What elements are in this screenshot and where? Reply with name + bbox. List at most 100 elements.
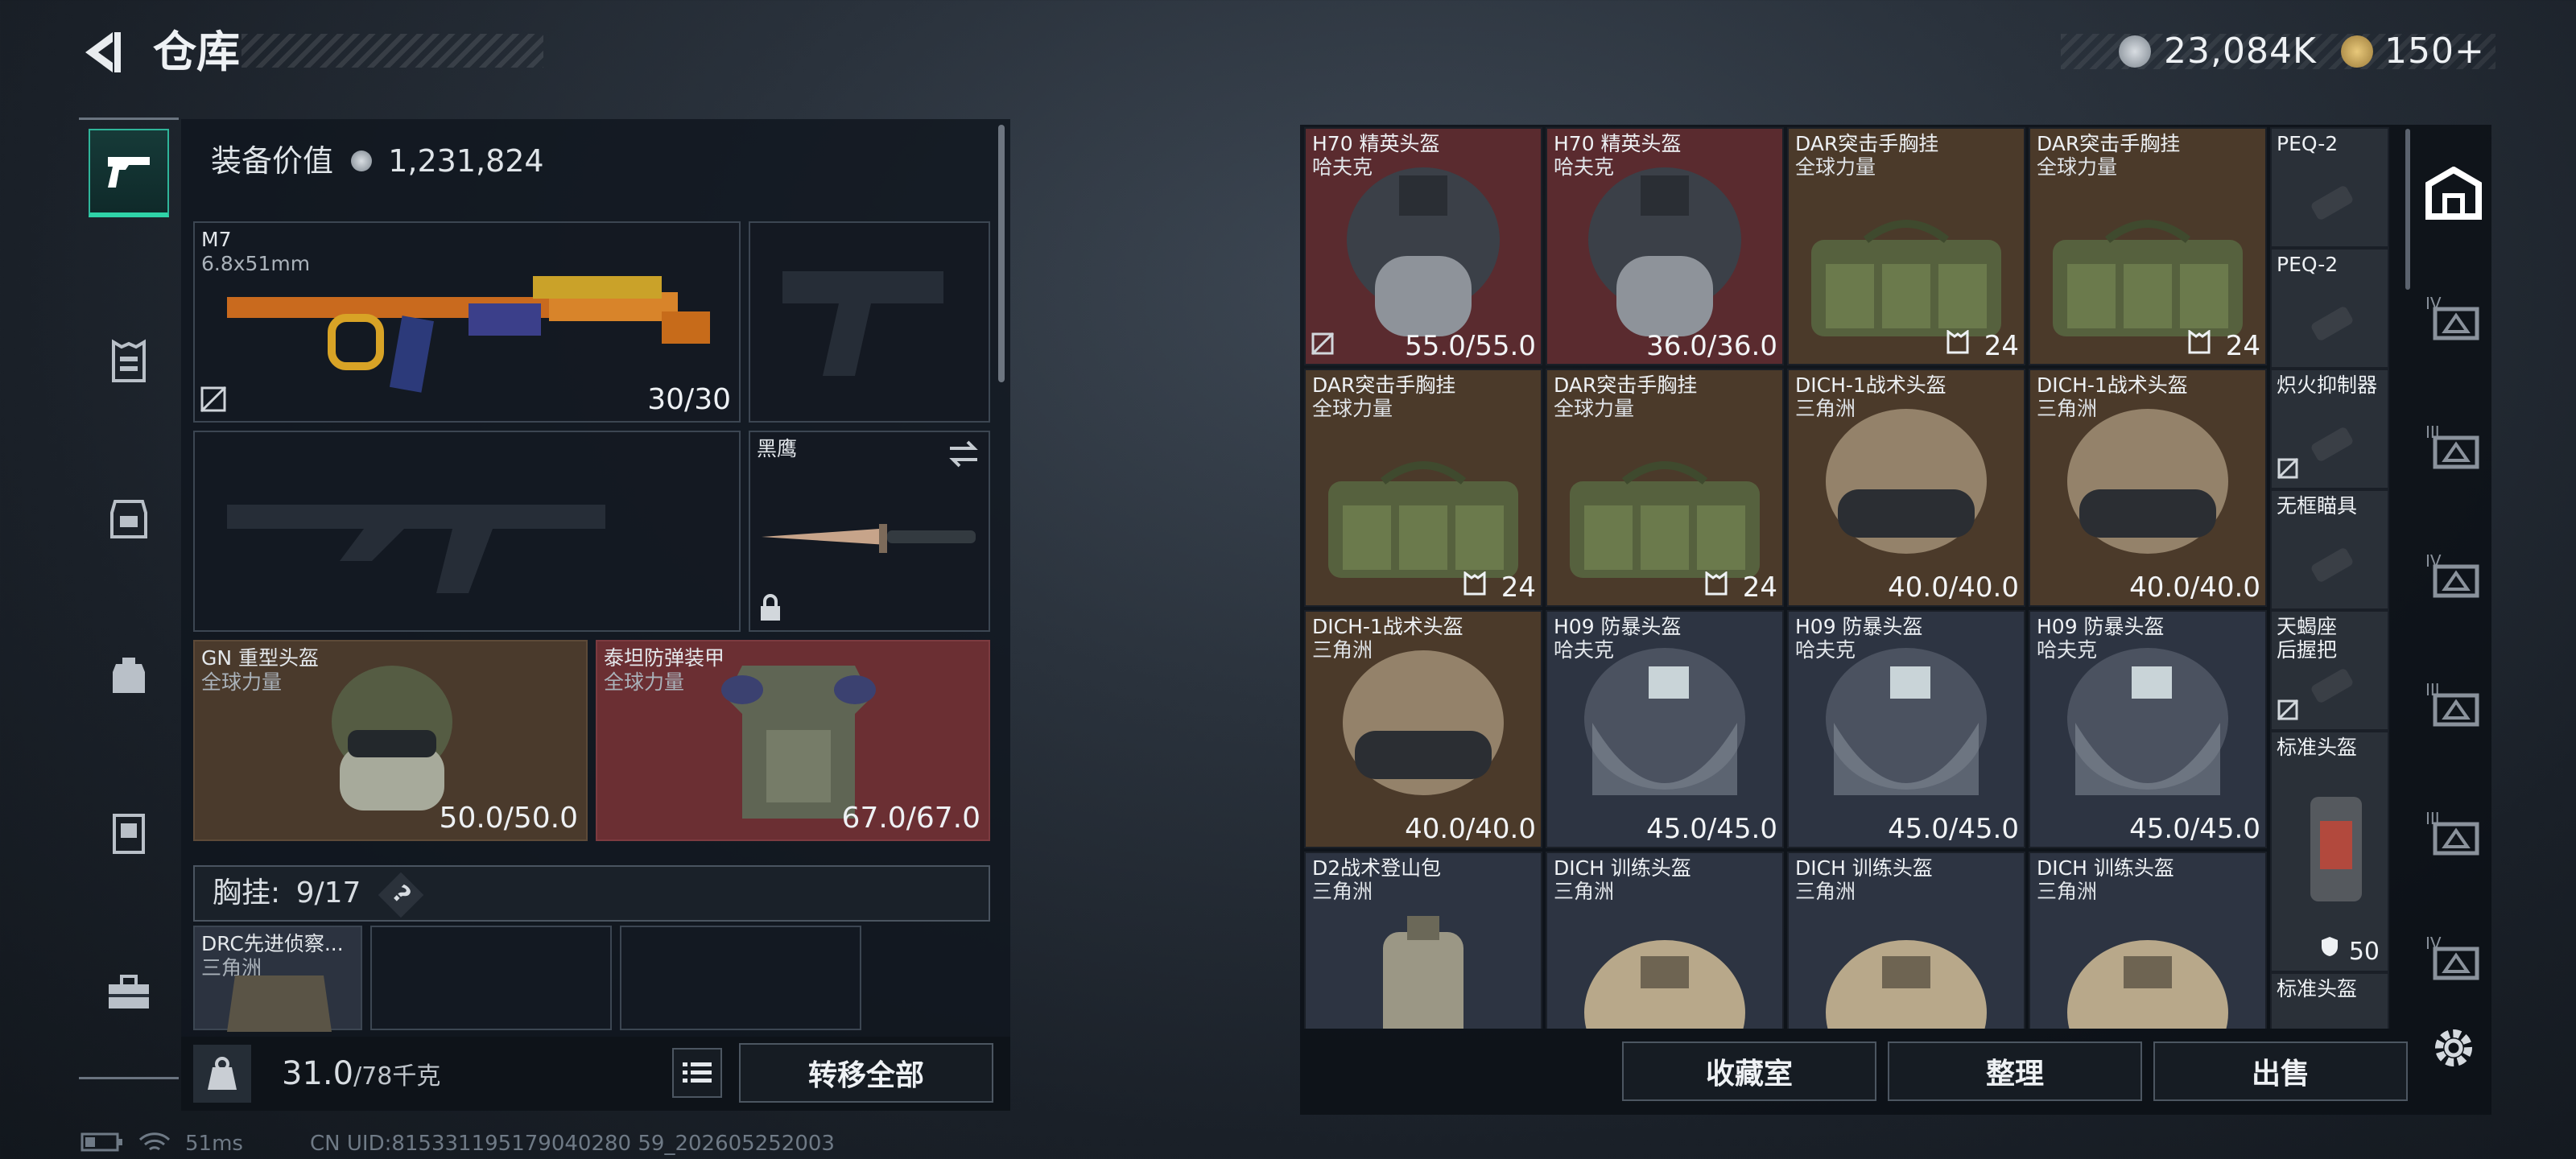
carry-weight-value: 31.0 [282, 1055, 354, 1092]
tab-armor[interactable] [89, 317, 169, 406]
chest-slot-3[interactable] [620, 926, 861, 1030]
stash-item-name: H09 防暴头盔 [1795, 615, 1923, 638]
stash-item[interactable]: H70 精英头盔 哈夫克 55.0/55.0 [1304, 127, 1542, 365]
stash-item[interactable]: DICH 训练头盔 三角洲 [1787, 852, 2025, 1029]
loadout-scrollbar[interactable] [998, 125, 1005, 382]
stash-item-faction: 全球力量 [2037, 155, 2118, 179]
pistol-slot[interactable] [749, 221, 990, 423]
attachment-name: 标准头盔 [2277, 977, 2358, 1000]
stash-item-name: DAR突击手胸挂 [2037, 132, 2181, 155]
stash-item[interactable]: H09 防暴头盔 哈夫克 45.0/45.0 [1546, 610, 1784, 848]
swap-icon[interactable] [947, 439, 980, 472]
armor-name: 泰坦防弹装甲 [604, 646, 725, 670]
stash-item-faction: 三角洲 [1312, 880, 1373, 903]
attachment-item[interactable]: 标准头盔 50 [2270, 731, 2389, 972]
melee-slot[interactable]: 黑鹰 [749, 431, 990, 632]
attachment-item[interactable]: 无框瞄具 [2270, 489, 2389, 610]
tab-backpack[interactable] [89, 631, 169, 720]
storage-tier-icon[interactable]: III [2421, 415, 2486, 479]
back-icon[interactable] [77, 24, 126, 80]
stash-item[interactable]: DICH-1战术头盔 三角洲 40.0/40.0 [1304, 610, 1542, 848]
attachment-item[interactable]: 标准头盔 [2270, 972, 2389, 1029]
organize-button[interactable]: 整理 [1888, 1041, 2142, 1101]
equipment-value-amount: 1,231,824 [388, 143, 544, 179]
chest-slot-1[interactable]: DRC先进侦察... 三角洲 [193, 926, 362, 1032]
stash-item[interactable]: DICH 训练头盔 三角洲 [2029, 852, 2267, 1029]
tab-weapons[interactable] [89, 129, 169, 217]
stash-item[interactable]: H09 防暴头盔 哈夫克 45.0/45.0 [2029, 610, 2267, 848]
attachment-image [2304, 177, 2360, 229]
attachment-item[interactable]: PEQ-2 [2270, 127, 2389, 248]
attachment-name: 无框瞄具 [2277, 494, 2358, 518]
stash-item[interactable]: DAR突击手胸挂 全球力量 24 [1304, 369, 1542, 607]
carry-weight: 31.0/78千克 [282, 1051, 440, 1099]
weapon-ammo: 30/30 [647, 383, 731, 416]
collection-room-button[interactable]: 收藏室 [1622, 1041, 1876, 1101]
tab-rig[interactable] [89, 475, 169, 563]
stash-item-value: 24 [1742, 571, 1777, 604]
shield-icon [2320, 935, 2339, 961]
stash-item-name: DICH-1战术头盔 [1795, 373, 1946, 397]
pistol-placeholder-icon [782, 271, 943, 376]
bond-amount[interactable]: 150+ [2384, 32, 2485, 71]
stash-item[interactable]: DICH-1战术头盔 三角洲 40.0/40.0 [2029, 369, 2267, 607]
stash-item-faction: 全球力量 [1795, 155, 1876, 179]
stash-item-image [1306, 449, 1541, 586]
attachment-image [2304, 298, 2360, 349]
stash-item-value: 24 [2225, 330, 2260, 362]
stash-item-image [1547, 642, 1782, 827]
stash-item[interactable]: H70 精英头盔 哈夫克 36.0/36.0 [1546, 127, 1784, 365]
attachment-image [2304, 660, 2360, 711]
attachment-image [2304, 789, 2368, 913]
coin-icon [2119, 35, 2151, 68]
tab-pouch[interactable] [89, 789, 169, 877]
bond-icon [2341, 35, 2373, 68]
stash-item-name: DICH 训练头盔 [1795, 856, 1933, 880]
ping-value: 51ms [185, 1132, 243, 1156]
melee-name: 黑鹰 [757, 437, 798, 460]
storage-tier-icon[interactable]: IV [2421, 926, 2486, 990]
transfer-all-button[interactable]: 转移全部 [739, 1043, 993, 1103]
no-insure-icon [2277, 699, 2299, 724]
attachment-item[interactable]: PEQ-2 [2270, 248, 2389, 369]
list-view-button[interactable] [672, 1048, 722, 1098]
stash-item-faction: 三角洲 [2037, 880, 2098, 903]
stash-item[interactable]: DICH 训练头盔 三角洲 [1546, 852, 1784, 1029]
attachment-durability: 50 [2348, 938, 2380, 966]
toolbox-icon [109, 975, 149, 1008]
stash-item[interactable]: DICH-1战术头盔 三角洲 40.0/40.0 [1787, 369, 2025, 607]
armor-slot[interactable]: 泰坦防弹装甲 全球力量 67.0/67.0 [596, 640, 990, 841]
stash-item[interactable]: DAR突击手胸挂 全球力量 24 [1787, 127, 2025, 365]
stash-item-value: 45.0/45.0 [1888, 813, 2019, 845]
chest-rig-label: 胸挂: [213, 876, 281, 909]
chest-slot-2[interactable] [370, 926, 612, 1030]
storage-tier-icon[interactable]: III [2421, 672, 2486, 736]
help-icon[interactable]: ? [378, 872, 424, 918]
stash-item[interactable]: DAR突击手胸挂 全球力量 24 [2029, 127, 2267, 365]
helmet-slot[interactable]: GN 重型头盔 全球力量 50.0/50.0 [193, 640, 588, 841]
storage-tier-icon[interactable]: IV [2421, 286, 2486, 350]
stash-home-icon[interactable] [2421, 161, 2486, 225]
pouch-icon [113, 814, 145, 854]
rifle-placeholder-icon [227, 505, 605, 593]
secondary-weapon-slot[interactable] [193, 431, 741, 632]
stash-item[interactable]: H09 防暴头盔 哈夫克 45.0/45.0 [1787, 610, 2025, 848]
storage-tier-icon[interactable]: III [2421, 801, 2486, 865]
stash-item[interactable]: DAR突击手胸挂 全球力量 24 [1546, 369, 1784, 607]
storage-tier-icon[interactable]: IV [2421, 543, 2486, 608]
stash-scrollbar[interactable] [2405, 129, 2410, 290]
stash-item[interactable]: D2战术登山包 三角洲 [1304, 852, 1542, 1029]
stash-item-faction: 三角洲 [1795, 880, 1856, 903]
primary-weapon-slot[interactable]: M7 6.8x51mm 30/30 [193, 221, 741, 423]
attachment-item[interactable]: 炽火抑制器 [2270, 369, 2389, 489]
coin-icon [351, 150, 373, 171]
settings-gear-icon[interactable] [2421, 1016, 2486, 1080]
stash-item-image [1306, 159, 1541, 344]
stash-item-name: DAR突击手胸挂 [1312, 373, 1456, 397]
sell-button[interactable]: 出售 [2153, 1041, 2408, 1101]
stash-item-value: 55.0/55.0 [1405, 330, 1536, 362]
stash-item-name: DAR突击手胸挂 [1554, 373, 1698, 397]
tab-toolbox[interactable] [89, 948, 169, 1037]
attachment-item[interactable]: 天蝎座 后握把 [2270, 610, 2389, 731]
stash-item-name: H09 防暴头盔 [1554, 615, 1682, 638]
